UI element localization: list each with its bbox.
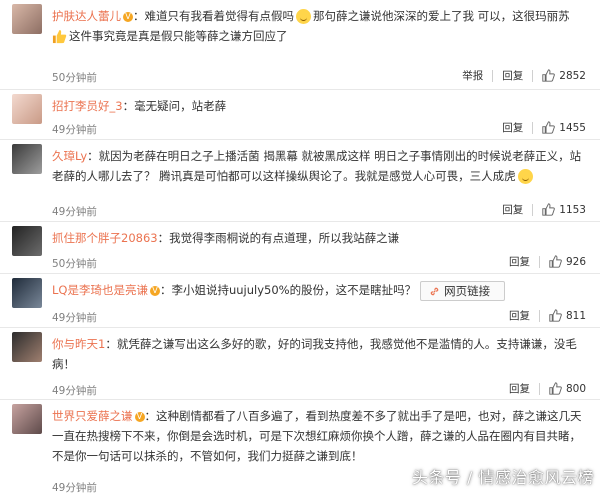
timestamp: 49分钟前 bbox=[52, 206, 97, 218]
comment-text: 久璋Ly：就因为老薛在明日之子上播活菌 揭黑幕 就被黑成这样 明日之子事情刚出的… bbox=[52, 149, 582, 184]
like-button[interactable]: 1455 bbox=[542, 121, 586, 134]
like-button[interactable]: 800 bbox=[549, 382, 586, 395]
smile-emoji-icon bbox=[517, 169, 533, 184]
link-icon bbox=[430, 287, 439, 295]
username[interactable]: 护肤达人蕾儿 bbox=[52, 9, 121, 23]
comment-text: 招打李员好_3：毫无疑问，站老薛 bbox=[52, 99, 227, 113]
like-button[interactable]: 811 bbox=[549, 309, 586, 322]
like-count: 926 bbox=[565, 255, 586, 268]
like-count: 2852 bbox=[559, 69, 586, 82]
like-count: 1455 bbox=[559, 121, 586, 134]
thumbs-up-icon bbox=[542, 121, 556, 134]
like-button[interactable]: 1153 bbox=[542, 203, 586, 216]
like-count: 811 bbox=[565, 309, 586, 322]
username[interactable]: 世界只爱薛之谦 bbox=[52, 409, 133, 423]
username[interactable]: 你与昨天1 bbox=[52, 337, 105, 351]
like-button[interactable]: 926 bbox=[549, 255, 586, 268]
watermark: 头条号 / 情感治愈风云榜 bbox=[411, 468, 594, 487]
comment-text: 世界只爱薛之谦 V ：这种剧情都看了八百多遍了，看到热度差不多了就出手了是吧，也对，… bbox=[52, 409, 582, 463]
avatar[interactable] bbox=[12, 94, 42, 124]
thumbs-up-icon bbox=[549, 309, 562, 322]
reply-button[interactable]: 回复 bbox=[502, 120, 523, 135]
verified-badge-icon: V bbox=[123, 11, 133, 22]
avatar[interactable] bbox=[12, 332, 42, 362]
verified-badge-icon: V bbox=[134, 411, 145, 422]
avatar[interactable] bbox=[12, 404, 42, 434]
report-button[interactable]: 举报 bbox=[462, 68, 483, 83]
like-count: 1153 bbox=[559, 203, 586, 216]
timestamp: 49分钟前 bbox=[52, 124, 97, 136]
thumbs-up-icon bbox=[549, 382, 562, 395]
comment-item: LQ是李琦也是亮谦 V ：李小姐说持uujuly50%的股份，这不是瞎扯吗？ 网页链接… bbox=[0, 274, 600, 328]
comment-item: 你与昨天1：就凭薛之谦写出这么多好的歌，好的词我支持他，我感觉他不是滥情的人。支… bbox=[0, 328, 600, 400]
laugh-emoji-icon bbox=[296, 9, 311, 24]
comment-text: LQ是李琦也是亮谦 V ：李小姐说持uujuly50%的股份，这不是瞎扯吗？ 网页链接 bbox=[52, 280, 586, 301]
username[interactable]: 抓住那个胖子20863 bbox=[52, 231, 158, 245]
timestamp: 49分钟前 bbox=[52, 482, 97, 494]
username[interactable]: 久璋Ly bbox=[52, 149, 87, 163]
avatar[interactable] bbox=[12, 278, 42, 308]
timestamp: 50分钟前 bbox=[52, 72, 97, 84]
comment-text: 你与昨天1：就凭薛之谦写出这么多好的歌，好的词我支持他，我感觉他不是滥情的人。支… bbox=[52, 337, 577, 371]
reply-button[interactable]: 回复 bbox=[509, 381, 530, 396]
reply-button[interactable]: 回复 bbox=[502, 202, 523, 217]
username[interactable]: 招打李员好_3 bbox=[52, 99, 123, 113]
comment-text: 抓住那个胖子20863：我觉得李雨桐说的有点道理，所以我站薛之谦 bbox=[52, 231, 400, 245]
verified-badge-icon: V bbox=[149, 285, 160, 296]
comment-item: 久璋Ly：就因为老薛在明日之子上播活菌 揭黑幕 就被黑成这样 明日之子事情刚出的… bbox=[0, 140, 600, 222]
thumbs-up-icon bbox=[542, 69, 556, 82]
timestamp: 49分钟前 bbox=[52, 312, 97, 324]
like-button[interactable]: 2852 bbox=[542, 69, 586, 82]
web-link[interactable]: 网页链接 bbox=[420, 280, 506, 301]
avatar[interactable] bbox=[12, 226, 42, 256]
avatar[interactable] bbox=[12, 144, 42, 174]
avatar[interactable] bbox=[12, 4, 42, 34]
reply-button[interactable]: 回复 bbox=[509, 308, 530, 323]
timestamp: 49分钟前 bbox=[52, 385, 97, 397]
comment-text: 护肤达人蕾儿 V ：难道只有我看着觉得有点假吗 那句薛之谦说他深深的爱上了我 可以，这… bbox=[52, 9, 570, 44]
comment-item: 护肤达人蕾儿 V ：难道只有我看着觉得有点假吗 那句薛之谦说他深深的爱上了我 可以，这… bbox=[0, 0, 600, 90]
comment-item: 抓住那个胖子20863：我觉得李雨桐说的有点道理，所以我站薛之谦 50分钟前 回… bbox=[0, 222, 600, 274]
like-count: 800 bbox=[565, 382, 586, 395]
reply-button[interactable]: 回复 bbox=[509, 254, 530, 269]
comment-item: 招打李员好_3：毫无疑问，站老薛 49分钟前 回复 1455 bbox=[0, 90, 600, 140]
timestamp: 50分钟前 bbox=[52, 258, 97, 270]
thumbs-up-icon bbox=[549, 255, 562, 268]
reply-button[interactable]: 回复 bbox=[502, 68, 523, 83]
thumbs-up-icon bbox=[542, 203, 556, 216]
username[interactable]: LQ是李琦也是亮谦 bbox=[52, 283, 148, 297]
thumb-emoji-icon bbox=[52, 29, 67, 44]
